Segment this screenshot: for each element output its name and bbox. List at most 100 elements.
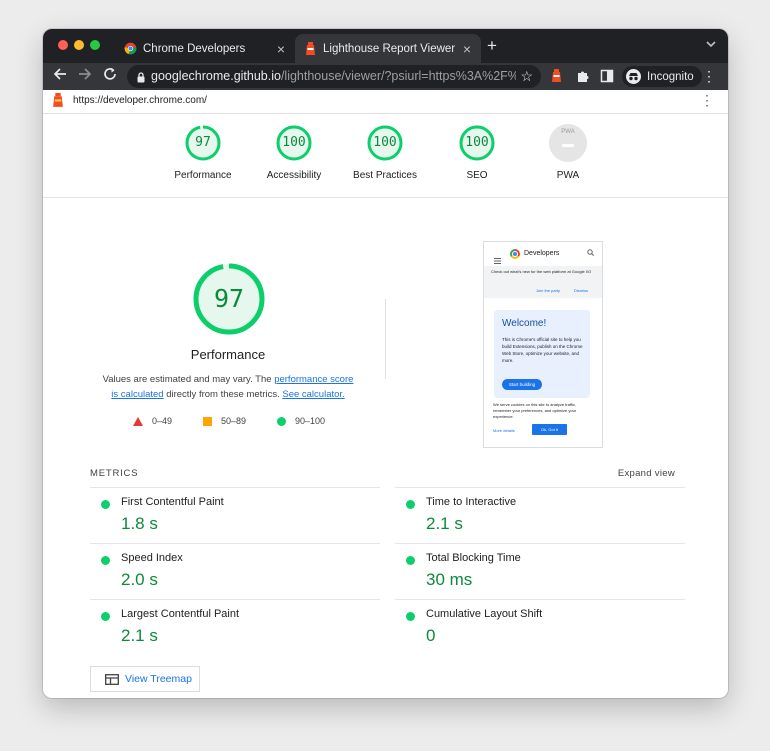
lighthouse-logo-icon xyxy=(52,93,64,113)
pass-circle-icon xyxy=(406,612,415,621)
gauge-score: 97 xyxy=(195,135,211,150)
gauge-performance[interactable]: 97 Performance xyxy=(158,124,248,181)
url-path: /lighthouse/viewer/?psiurl=https%3A%2F%2… xyxy=(280,69,516,83)
pass-circle-icon xyxy=(101,556,110,565)
banner-join: Join the party xyxy=(536,288,561,293)
metrics-header: METRICS xyxy=(90,468,139,479)
tab-title: Chrome Developers xyxy=(143,42,246,55)
pass-circle-icon xyxy=(406,556,415,565)
legend-range: 50–89 xyxy=(221,416,247,426)
chrome-logo-icon xyxy=(123,42,137,56)
chrome-logo-icon xyxy=(510,249,520,259)
forward-arrow-icon[interactable] xyxy=(76,67,94,85)
gauge-ring: 100 xyxy=(366,124,404,162)
tab-lighthouse-report-viewer[interactable]: Lighthouse Report Viewer × xyxy=(295,34,481,63)
final-screenshot[interactable]: Developers Check out what's new for the … xyxy=(483,241,603,448)
tab-chrome-developers[interactable]: Chrome Developers × xyxy=(115,34,295,63)
expand-view-toggle[interactable]: Expand view xyxy=(618,468,675,479)
gauge-accessibility[interactable]: 100 Accessibility xyxy=(249,124,339,181)
metric-value: 1.8 s xyxy=(121,514,158,533)
desc-text: Values are estimated and may vary. The xyxy=(102,374,275,385)
banner-text: Check out what's new for the web platfor… xyxy=(491,269,592,274)
metric-tti: Time to Interactive 2.1 s xyxy=(395,487,685,544)
close-window-button[interactable] xyxy=(58,40,68,50)
minimize-window-button[interactable] xyxy=(74,40,84,50)
tab-search-chevron-icon[interactable] xyxy=(706,39,716,51)
metric-name: Speed Index xyxy=(121,552,183,564)
cookie-text: We serve cookies on this site to analyze… xyxy=(493,402,577,419)
report-url: https://developer.chrome.com/ xyxy=(73,95,207,106)
pass-circle-icon xyxy=(277,416,286,426)
see-calculator-link[interactable]: See calculator. xyxy=(282,389,344,400)
address-bar[interactable]: googlechrome.github.io/lighthouse/viewer… xyxy=(127,65,541,88)
gauge-ring: 97 xyxy=(184,124,222,162)
thumb-brand: Developers xyxy=(524,250,560,257)
incognito-icon xyxy=(626,69,641,84)
gauge-score: 100 xyxy=(282,135,306,150)
incognito-label: Incognito xyxy=(647,70,694,83)
report-url-bar: https://developer.chrome.com/ ⋮ xyxy=(43,90,728,114)
metric-speed-index: Speed Index 2.0 s xyxy=(90,543,380,600)
gauge-label: Best Practices xyxy=(353,170,417,181)
extensions-puzzle-icon[interactable] xyxy=(576,69,590,88)
metric-value: 30 ms xyxy=(426,570,473,589)
performance-score: 97 xyxy=(213,284,245,313)
metric-cls: Cumulative Layout Shift 0 xyxy=(395,599,685,656)
metric-name: Largest Contentful Paint xyxy=(121,608,240,620)
performance-title: Performance xyxy=(190,347,266,362)
start-building-button: Start building xyxy=(502,379,542,390)
close-tab-icon[interactable]: × xyxy=(273,41,289,57)
report-menu-icon[interactable]: ⋮ xyxy=(700,92,714,109)
zoom-window-button[interactable] xyxy=(90,40,100,50)
bookmark-star-icon[interactable]: ☆ xyxy=(520,68,533,85)
close-tab-icon[interactable]: × xyxy=(459,41,475,57)
metric-value: 2.0 s xyxy=(121,570,158,589)
lock-icon[interactable] xyxy=(137,70,145,88)
pwa-badge-icon: PWA xyxy=(549,124,587,162)
gauge-score: 100 xyxy=(373,135,397,150)
url-host: googlechrome.github.io xyxy=(151,69,281,83)
search-icon xyxy=(587,249,594,258)
lighthouse-extension-icon[interactable] xyxy=(551,69,562,88)
legend-fail: 0–49 xyxy=(133,416,172,426)
browser-toolbar: googlechrome.github.io/lighthouse/viewer… xyxy=(43,63,728,90)
gauge-label: SEO xyxy=(466,170,488,181)
pwa-dash xyxy=(562,144,574,147)
reload-icon[interactable] xyxy=(101,67,119,85)
gauge-best-practices[interactable]: 100 Best Practices xyxy=(340,124,430,181)
browser-menu-icon[interactable]: ⋮ xyxy=(702,68,716,84)
average-square-icon xyxy=(203,416,212,426)
gauge-pwa[interactable]: PWA PWA xyxy=(523,124,613,181)
treemap-icon xyxy=(105,673,119,685)
thumb-banner: Check out what's new for the web platfor… xyxy=(484,266,602,298)
legend-range: 0–49 xyxy=(152,416,173,426)
pass-circle-icon xyxy=(101,500,110,509)
more-details-link: More details xyxy=(493,428,515,433)
gauge-ring: 100 xyxy=(275,124,313,162)
gauge-label: PWA xyxy=(556,170,580,181)
new-tab-button[interactable]: + xyxy=(487,37,497,54)
gauge-label: Performance xyxy=(174,170,232,181)
tab-strip: Chrome Developers × Lighthouse Report Vi… xyxy=(43,29,728,63)
gauge-score: 100 xyxy=(465,135,489,150)
ok-got-it-button: Ok, Got it xyxy=(532,424,567,435)
lighthouse-icon xyxy=(303,41,317,56)
legend-range: 90–100 xyxy=(295,416,326,426)
tab-title: Lighthouse Report Viewer xyxy=(323,42,456,55)
metric-fcp: First Contentful Paint 1.8 s xyxy=(90,487,380,544)
view-treemap-button[interactable]: View Treemap xyxy=(90,666,200,692)
metric-value: 2.1 s xyxy=(121,626,158,645)
fail-triangle-icon xyxy=(133,416,143,426)
welcome-text: This is Chrome's official site to help y… xyxy=(502,337,583,363)
welcome-heading: Welcome! xyxy=(502,318,547,329)
thumb-header: Developers xyxy=(484,242,602,266)
gauge-seo[interactable]: 100 SEO xyxy=(432,124,522,181)
metric-value: 0 xyxy=(426,626,436,645)
back-arrow-icon[interactable] xyxy=(51,67,69,85)
url-text[interactable]: googlechrome.github.io/lighthouse/viewer… xyxy=(151,69,516,83)
incognito-indicator[interactable]: Incognito xyxy=(622,66,702,87)
side-panel-icon[interactable] xyxy=(600,69,614,88)
divider xyxy=(385,299,386,379)
desc-text: directly from these metrics. xyxy=(163,389,283,400)
metric-tbt: Total Blocking Time 30 ms xyxy=(395,543,685,600)
